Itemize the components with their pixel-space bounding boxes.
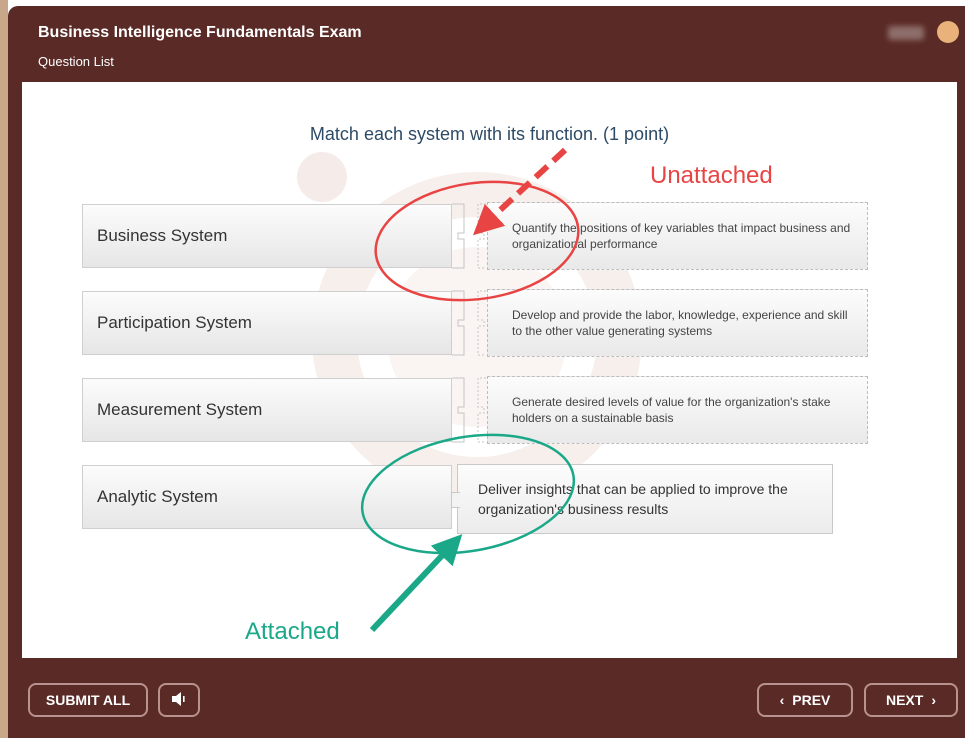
prev-button[interactable]: ‹ PREV (757, 683, 853, 717)
attached-connector (451, 492, 460, 508)
question-list-link[interactable]: Question List (38, 54, 114, 69)
chevron-left-icon: ‹ (779, 692, 785, 708)
watermark-dot (297, 152, 347, 202)
timer-display (888, 26, 924, 40)
next-button[interactable]: NEXT › (864, 683, 958, 717)
question-area: Match each system with its function. (1 … (22, 82, 957, 658)
system-item-measurement: Measurement System (82, 378, 452, 442)
attached-function-item[interactable]: Deliver insights that can be applied to … (457, 464, 833, 534)
drop-slot-participation[interactable] (452, 290, 487, 356)
exam-title: Business Intelligence Fundamentals Exam (38, 24, 362, 41)
audio-button[interactable] (158, 683, 200, 717)
function-item-develop[interactable]: Develop and provide the labor, knowledge… (487, 289, 868, 357)
function-item-generate[interactable]: Generate desired levels of value for the… (487, 376, 868, 444)
prev-label: PREV (792, 692, 831, 708)
function-item-quantify[interactable]: Quantify the positions of key variables … (487, 202, 868, 270)
drop-slot-measurement[interactable] (452, 377, 487, 443)
submit-all-label: SUBMIT ALL (45, 692, 131, 708)
next-label: NEXT (885, 692, 924, 708)
system-item-participation: Participation System (82, 291, 452, 355)
clock-icon (937, 21, 959, 43)
submit-all-button[interactable]: SUBMIT ALL (28, 683, 148, 717)
attached-arrow (369, 534, 463, 633)
question-text: Match each system with its function. (1 … (309, 124, 670, 144)
chevron-right-icon: › (931, 692, 936, 708)
unattached-label: Unattached (650, 162, 773, 189)
speaker-icon (170, 691, 188, 710)
drop-slot-business[interactable] (452, 203, 487, 269)
window-edge (0, 0, 8, 738)
system-item-analytic: Analytic System (82, 465, 452, 529)
attached-label: Attached (245, 618, 340, 645)
system-item-business: Business System (82, 204, 452, 268)
